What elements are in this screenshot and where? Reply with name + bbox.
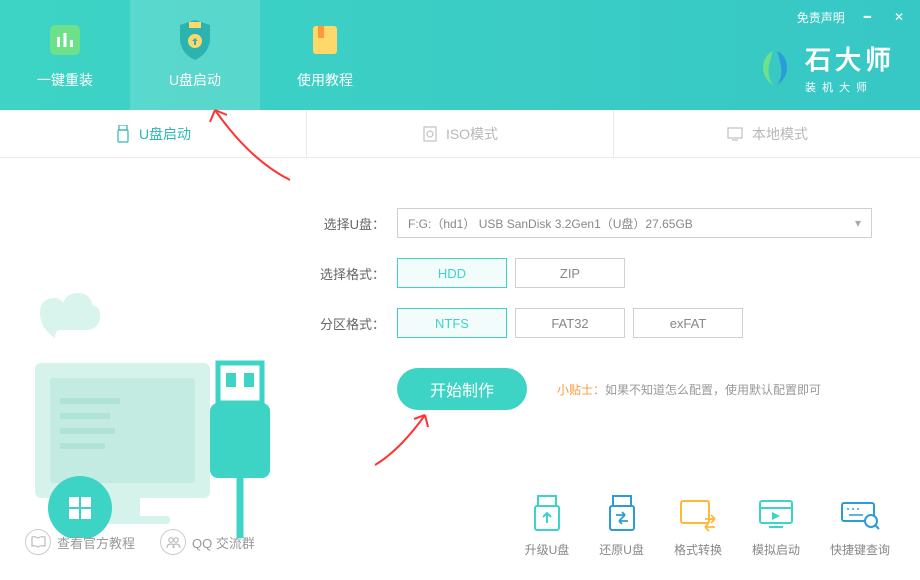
format-label: 选择格式： [310, 264, 385, 283]
iso-icon [422, 125, 438, 143]
disclaimer-link[interactable]: 免责声明 [797, 9, 845, 26]
bottom-left-links: 查看官方教程 QQ 交流群 [25, 529, 255, 555]
logo-icon [755, 48, 795, 88]
row-partition: 分区格式： NTFS FAT32 exFAT [310, 308, 880, 338]
logo-title: 石大师 [805, 40, 895, 77]
app-header: 一键重装 U盘启动 使用教程 免责声明 ━ ✕ 石大师 装机大师 [0, 0, 920, 110]
logo-subtitle: 装机大师 [805, 79, 895, 95]
row-format: 选择格式： HDD ZIP [310, 258, 880, 288]
chevron-down-icon: ▾ [855, 216, 861, 230]
close-button[interactable]: ✕ [890, 8, 908, 26]
row-disk: 选择U盘： F:G:（hd1） USB SanDisk 3.2Gen1（U盘）2… [310, 208, 880, 238]
tool-simulate[interactable]: 模拟启动 [752, 493, 800, 558]
nav-label: U盘启动 [169, 70, 221, 90]
usb-icon [115, 125, 131, 143]
shield-icon [175, 20, 215, 60]
subnav-local[interactable]: 本地模式 [614, 110, 920, 157]
tool-restore[interactable]: 还原U盘 [599, 493, 644, 558]
tip-body: 如果不知道怎么配置，使用默认配置即可 [605, 383, 821, 397]
nav-tutorial[interactable]: 使用教程 [260, 0, 390, 110]
partition-fat32[interactable]: FAT32 [515, 308, 625, 338]
disk-value: F:G:（hd1） USB SanDisk 3.2Gen1（U盘）27.65GB [408, 215, 693, 232]
disk-label: 选择U盘： [310, 214, 385, 233]
subnav-usb-boot[interactable]: U盘启动 [0, 110, 307, 157]
monitor-icon [726, 126, 744, 142]
book-icon [305, 20, 345, 60]
window-controls: 免责声明 ━ ✕ [797, 8, 908, 26]
nav-label: 一键重装 [37, 70, 93, 90]
link-label: 查看官方教程 [57, 533, 135, 552]
upgrade-usb-icon [526, 493, 568, 535]
format-hdd[interactable]: HDD [397, 258, 507, 288]
restore-usb-icon [601, 493, 643, 535]
usb-illustration [0, 158, 300, 580]
subnav-label: ISO模式 [446, 124, 498, 144]
app-logo: 石大师 装机大师 [755, 40, 895, 95]
reinstall-icon [45, 20, 85, 60]
subnav-iso[interactable]: ISO模式 [307, 110, 614, 157]
tool-label: 快捷键查询 [830, 541, 890, 558]
tool-convert[interactable]: 格式转换 [674, 493, 722, 558]
nav-reinstall[interactable]: 一键重装 [0, 0, 130, 110]
nav-label: 使用教程 [297, 70, 353, 90]
tool-shortcuts[interactable]: 快捷键查询 [830, 493, 890, 558]
tip-text: 小贴士：如果不知道怎么配置，使用默认配置即可 [557, 381, 821, 398]
disk-select[interactable]: F:G:（hd1） USB SanDisk 3.2Gen1（U盘）27.65GB… [397, 208, 872, 238]
tool-label: 模拟启动 [752, 541, 800, 558]
row-start: 开始制作 小贴士：如果不知道怎么配置，使用默认配置即可 [310, 368, 880, 410]
subnav-label: 本地模式 [752, 124, 808, 144]
simulate-icon [755, 493, 797, 535]
book-open-icon [25, 529, 51, 555]
sub-navigation: U盘启动 ISO模式 本地模式 [0, 110, 920, 158]
tip-label: 小贴士： [557, 383, 605, 397]
subnav-label: U盘启动 [139, 124, 191, 144]
minimize-button[interactable]: ━ [860, 8, 875, 26]
qq-group-link[interactable]: QQ 交流群 [160, 529, 255, 555]
start-button[interactable]: 开始制作 [397, 368, 527, 410]
link-label: QQ 交流群 [192, 533, 255, 552]
people-icon [160, 529, 186, 555]
convert-icon [677, 493, 719, 535]
footer-tools: 升级U盘 还原U盘 格式转换 模拟启动 快捷键查询 [525, 493, 890, 558]
tool-upgrade[interactable]: 升级U盘 [525, 493, 570, 558]
partition-exfat[interactable]: exFAT [633, 308, 743, 338]
keyboard-search-icon [839, 493, 881, 535]
partition-ntfs[interactable]: NTFS [397, 308, 507, 338]
tool-label: 格式转换 [674, 541, 722, 558]
format-zip[interactable]: ZIP [515, 258, 625, 288]
official-tutorial-link[interactable]: 查看官方教程 [25, 529, 135, 555]
partition-label: 分区格式： [310, 314, 385, 333]
tool-label: 还原U盘 [599, 541, 644, 558]
nav-usb-boot[interactable]: U盘启动 [130, 0, 260, 110]
tool-label: 升级U盘 [525, 541, 570, 558]
